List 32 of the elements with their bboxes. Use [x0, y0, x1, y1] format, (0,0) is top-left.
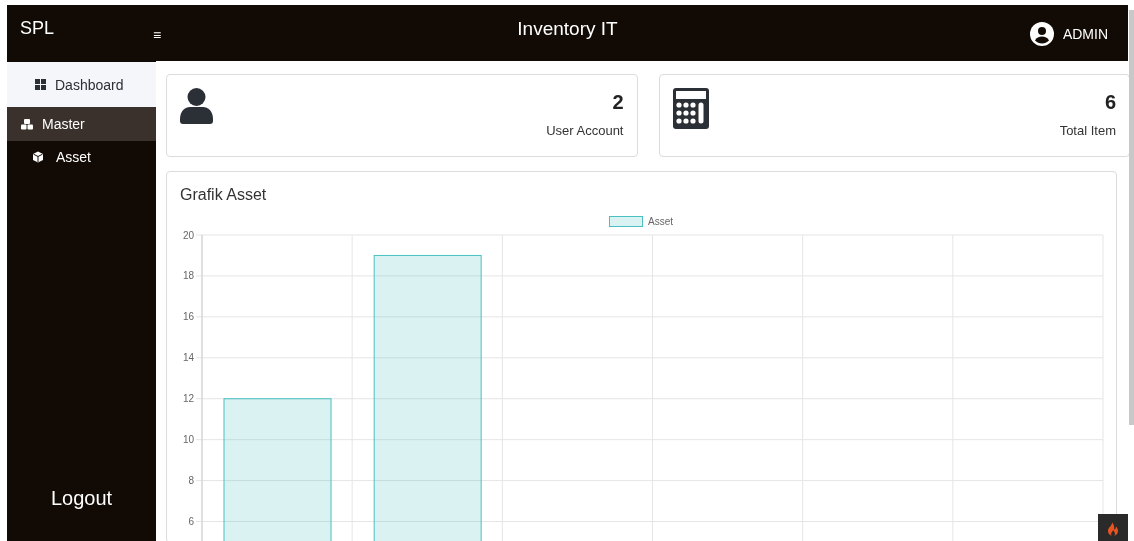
- sidebar-item[interactable]: Master: [7, 107, 156, 141]
- user-icon: [180, 88, 213, 124]
- cubes-icon: [21, 118, 33, 130]
- scrollbar[interactable]: [1129, 10, 1134, 425]
- menu-button[interactable]: ≡: [153, 27, 162, 43]
- sidebar-item[interactable]: Asset: [7, 141, 156, 173]
- legend-swatch: [609, 216, 643, 227]
- y-tick-label: 10: [182, 434, 194, 446]
- chart-title: Grafik Asset: [180, 186, 268, 204]
- calculator-icon: [672, 88, 709, 129]
- flame-icon: [1107, 522, 1119, 537]
- stat-value: 6: [1104, 91, 1116, 114]
- y-tick-label: 12: [182, 393, 194, 405]
- y-tick-label: 6: [188, 516, 194, 528]
- stat-label: User Account: [546, 123, 624, 138]
- y-tick-label: 16: [182, 311, 194, 323]
- y-tick-label: 20: [182, 229, 194, 241]
- flame-button[interactable]: [1098, 514, 1128, 541]
- brand-name: SPL: [20, 17, 56, 39]
- grid-icon: [35, 79, 46, 90]
- stat-label: Total Item: [1059, 123, 1116, 138]
- user-avatar-icon: [1029, 22, 1054, 46]
- y-tick-label: 14: [182, 352, 194, 364]
- app-title: Inventory IT: [517, 18, 618, 40]
- sidebar-item[interactable]: Dashboard: [7, 62, 156, 107]
- y-tick-label: 18: [182, 270, 194, 282]
- logout-button[interactable]: Logout: [50, 487, 113, 510]
- stat-value: 2: [612, 91, 624, 114]
- cube-icon: [32, 151, 44, 163]
- y-tick-label: 8: [188, 475, 194, 487]
- legend-label: Asset: [648, 216, 673, 227]
- user-menu[interactable]: ADMIN: [1062, 26, 1108, 42]
